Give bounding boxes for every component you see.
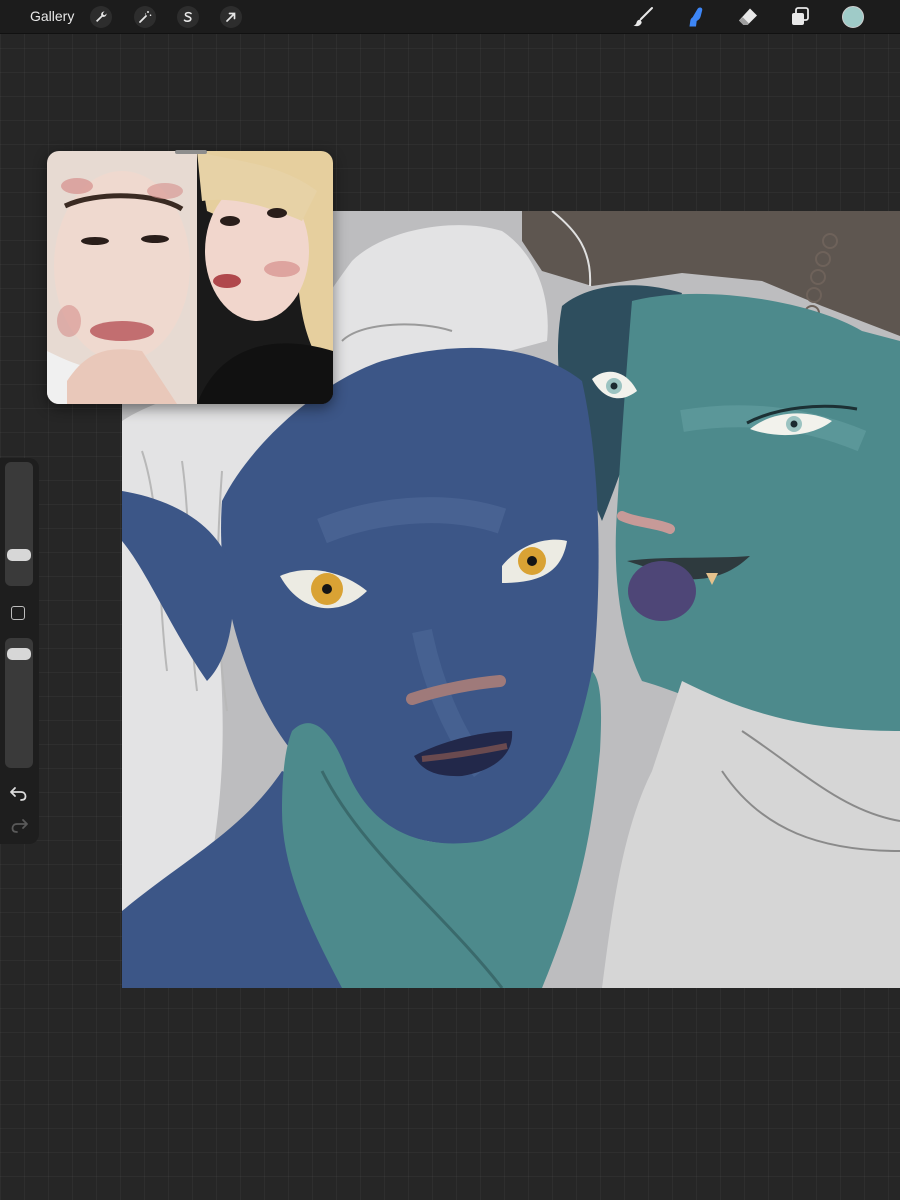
undo-arrow-icon — [10, 787, 27, 801]
layers-icon — [792, 7, 809, 25]
magic-wand-icon — [139, 11, 152, 23]
transform-button[interactable] — [220, 6, 242, 28]
layers-button[interactable] — [787, 4, 813, 30]
smudge-finger-icon — [689, 7, 703, 27]
brush-icon — [633, 7, 653, 27]
brush-tool-button[interactable] — [630, 4, 656, 30]
brush-sidebar — [0, 458, 39, 844]
arrow-cursor-icon — [226, 12, 236, 22]
adjustments-button[interactable] — [134, 6, 156, 28]
gallery-button[interactable]: Gallery — [30, 8, 74, 24]
brush-size-knob[interactable] — [7, 549, 31, 562]
selection-s-icon — [183, 11, 192, 23]
brush-size-slider[interactable] — [5, 462, 33, 586]
smudge-tool-button[interactable] — [683, 4, 709, 30]
undo-button[interactable] — [9, 784, 29, 802]
reference-drag-handle[interactable] — [175, 150, 207, 154]
eraser-tool-button[interactable] — [735, 4, 761, 30]
wrench-icon — [96, 11, 107, 22]
opacity-knob[interactable] — [7, 647, 31, 660]
reference-photo — [47, 151, 333, 404]
redo-arrow-icon — [11, 819, 28, 833]
eraser-icon — [739, 8, 757, 25]
redo-button[interactable] — [9, 816, 29, 834]
reference-window[interactable] — [47, 151, 333, 404]
actions-button[interactable] — [90, 6, 112, 28]
selection-button[interactable] — [177, 6, 199, 28]
opacity-slider[interactable] — [5, 638, 33, 768]
top-toolbar: Gallery — [0, 0, 900, 34]
color-picker-button[interactable] — [842, 6, 864, 28]
modify-square-button[interactable] — [11, 606, 25, 620]
